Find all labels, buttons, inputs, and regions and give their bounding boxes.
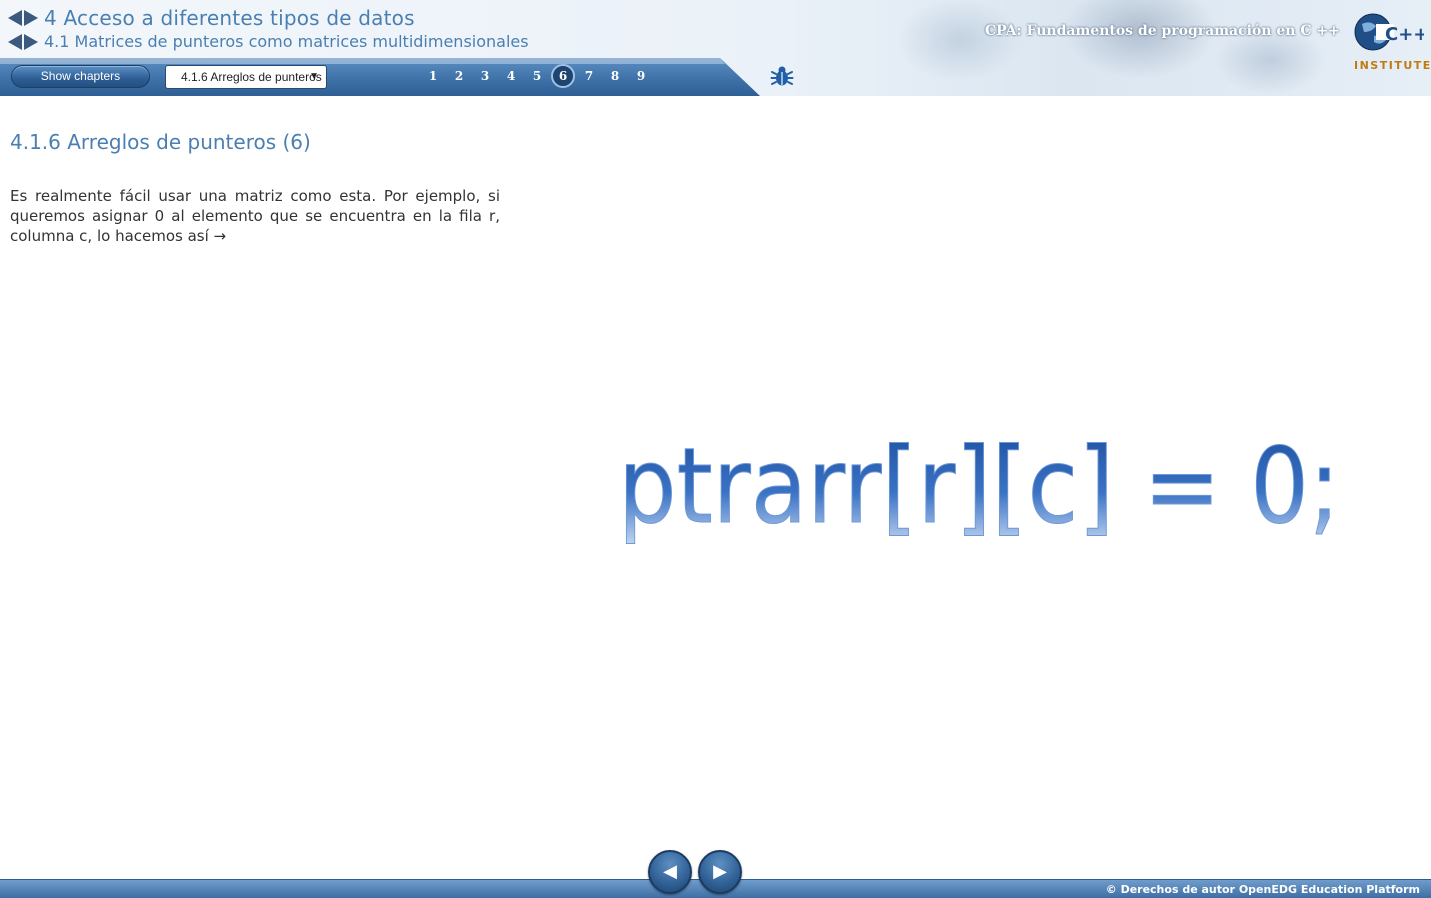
show-chapters-button[interactable]: Show chapters bbox=[11, 65, 150, 88]
prev-page-button[interactable]: ◀ bbox=[648, 850, 692, 894]
section-nav-arrows bbox=[8, 33, 38, 50]
page-link-9[interactable]: 9 bbox=[628, 64, 654, 88]
prev-section-icon[interactable] bbox=[8, 33, 22, 50]
arrow-left-icon: ◀ bbox=[663, 861, 677, 882]
chapter-nav-arrows bbox=[8, 10, 38, 26]
next-chapter-icon[interactable] bbox=[24, 10, 38, 26]
copyright-notice: © Derechos de autor OpenEDG Education Pl… bbox=[1105, 883, 1420, 896]
code-snippet: ptrarr[r][c] = 0; bbox=[618, 430, 1340, 547]
page-link-4[interactable]: 4 bbox=[498, 64, 524, 88]
page-link-2[interactable]: 2 bbox=[446, 64, 472, 88]
page-link-8[interactable]: 8 bbox=[602, 64, 628, 88]
logo-mark: C++ bbox=[1385, 24, 1424, 45]
next-page-button[interactable]: ▶ bbox=[698, 850, 742, 894]
chevron-down-icon: ▼ bbox=[309, 71, 319, 82]
code-illustration: ptrarr[r][c] = 0; bbox=[618, 430, 1341, 548]
page-title: 4.1.6 Arreglos de punteros (6) bbox=[10, 130, 311, 154]
next-section-icon[interactable] bbox=[24, 33, 38, 50]
chapter-nav: 4 Acceso a diferentes tipos de datos bbox=[8, 6, 415, 30]
section-select-value: 4.1.6 Arreglos de punteros (6) bbox=[181, 70, 327, 84]
prev-chapter-icon[interactable] bbox=[8, 10, 22, 26]
page-link-7[interactable]: 7 bbox=[576, 64, 602, 88]
lesson-paragraph: Es realmente fácil usar una matriz como … bbox=[10, 187, 500, 245]
page-pagination: 1 2 3 4 5 6 7 8 9 bbox=[420, 64, 654, 88]
page-link-5[interactable]: 5 bbox=[524, 64, 550, 88]
page-link-6-active[interactable]: 6 bbox=[551, 64, 575, 88]
section-nav: 4.1 Matrices de punteros como matrices m… bbox=[8, 32, 529, 51]
section-title[interactable]: 4.1 Matrices de punteros como matrices m… bbox=[44, 32, 529, 51]
course-title: CPA: Fundamentos de programación en C ++ bbox=[985, 23, 1340, 39]
arrow-right-icon: ▶ bbox=[713, 861, 727, 882]
chapter-title[interactable]: 4 Acceso a diferentes tipos de datos bbox=[44, 6, 415, 30]
page-link-3[interactable]: 3 bbox=[472, 64, 498, 88]
section-select[interactable]: 4.1.6 Arreglos de punteros (6) ▼ bbox=[165, 65, 327, 89]
page-link-1[interactable]: 1 bbox=[420, 64, 446, 88]
header-photo-background bbox=[840, 0, 1340, 96]
bug-icon[interactable] bbox=[770, 64, 794, 88]
logo-text: INSTITUTE bbox=[1354, 59, 1431, 72]
